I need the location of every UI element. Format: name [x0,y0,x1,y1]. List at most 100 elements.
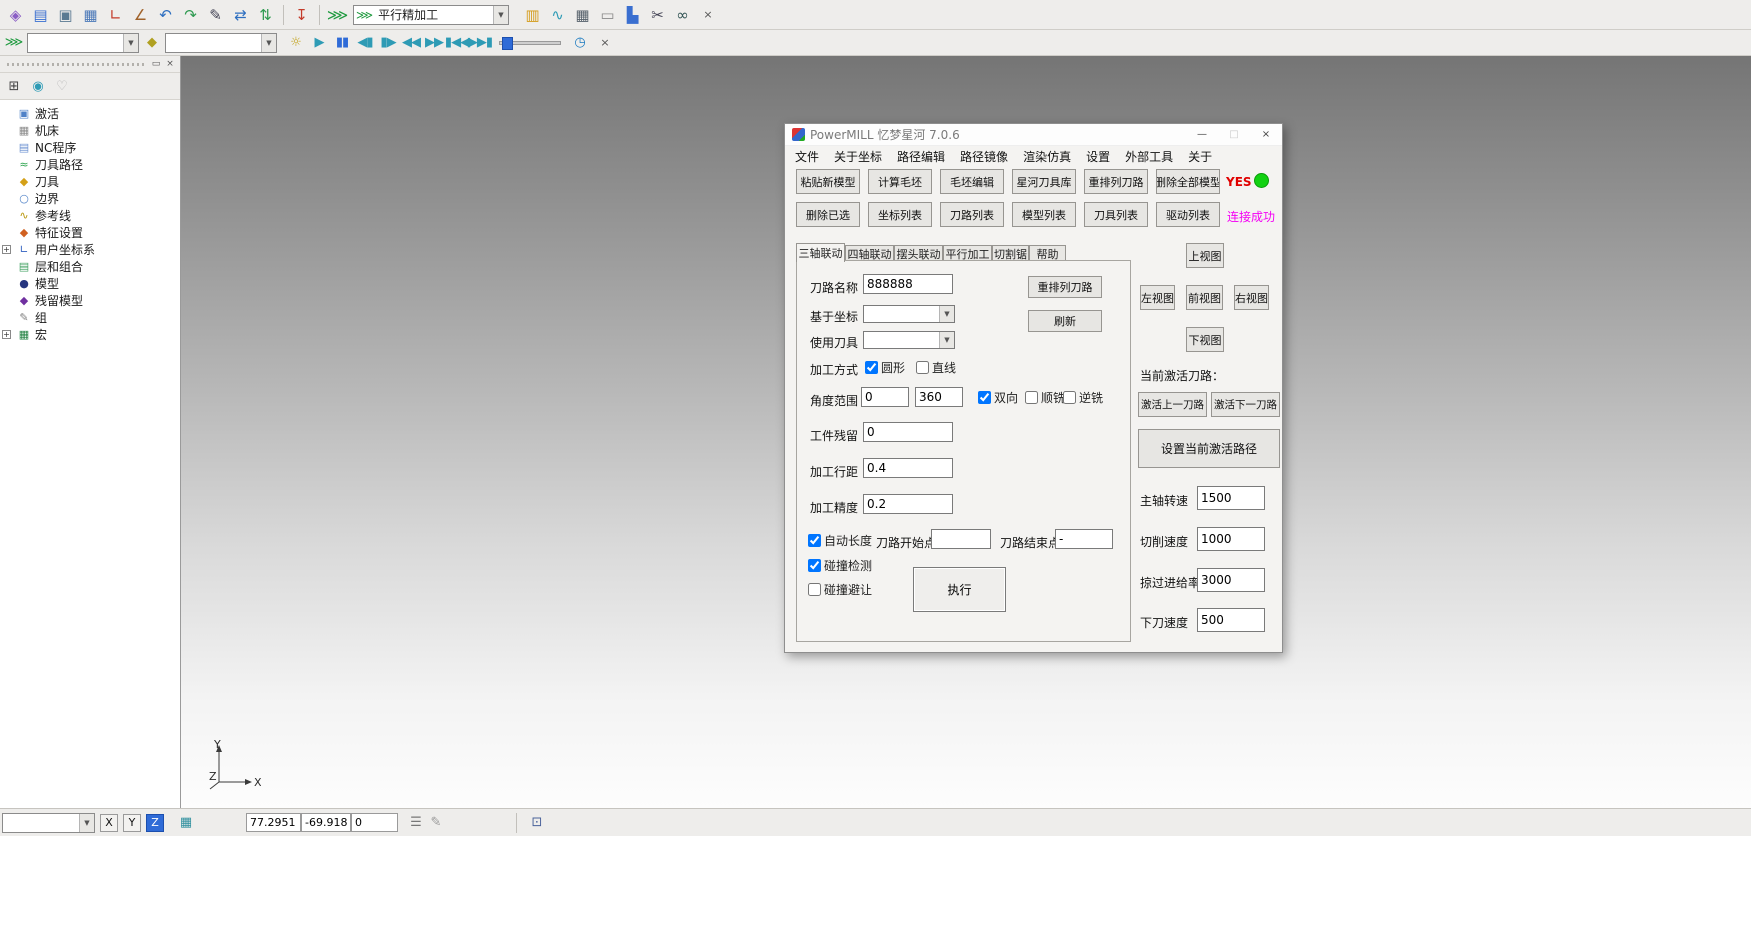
close-button[interactable]: × [1250,124,1282,146]
tab-parallel[interactable]: 平行加工 [943,245,992,261]
bidirectional-checkbox[interactable]: 双向 [978,389,1018,406]
simulation-speed-slider[interactable] [499,41,561,45]
stepover-input[interactable] [863,458,953,478]
start-point-input[interactable] [931,529,991,549]
measure-icon[interactable]: ∠ [129,4,152,26]
search-icon[interactable]: ∞ [671,4,694,26]
conventional-mill-checkbox[interactable]: 逆铣 [1063,389,1103,406]
stock-allowance-input[interactable] [863,422,953,442]
menu-about[interactable]: 关于 [1186,147,1214,166]
menu-path-mirror[interactable]: 路径镜像 [958,147,1010,166]
statusbar-dropdown[interactable]: ▼ [2,813,95,833]
delete-all-models-button[interactable]: 删除全部模型 [1156,169,1220,194]
method-circle-checkbox[interactable]: 圆形 [865,359,905,376]
calculator-icon[interactable]: ▦ [571,4,594,26]
transform-icon[interactable]: ⇅ [254,4,277,26]
block-icon[interactable]: ▦ [79,4,102,26]
spindle-speed-input[interactable] [1197,486,1265,510]
tab-4axis[interactable]: 四轴联动 [845,245,894,261]
step-forward-icon[interactable]: ▮▶ [378,33,398,53]
chevron-down-icon[interactable]: ▼ [261,34,276,52]
cutting-feed-input[interactable] [1197,527,1265,551]
toolpath-list-button[interactable]: 刀路列表 [940,202,1004,227]
chevron-down-icon[interactable]: ▼ [939,332,954,348]
favorite-icon[interactable]: ♡ [52,76,72,96]
auto-length-checkbox[interactable]: 自动长度 [808,532,872,549]
menu-render-sim[interactable]: 渲染仿真 [1021,147,1073,166]
activate-next-button[interactable]: 激活下一刀路 [1211,392,1280,417]
list-icon[interactable]: ☰ [406,813,426,833]
minimize-button[interactable]: — [1186,124,1218,146]
execute-button[interactable]: 执行 [913,567,1006,612]
toolbox-icon[interactable]: ▥ [521,4,544,26]
rearrange-button[interactable]: 重排列刀路 [1028,276,1102,298]
refresh-button[interactable]: 刷新 [1028,310,1102,332]
toolpath-name-input[interactable] [863,274,953,294]
tree-item-feature-sets[interactable]: ◆特征设置 [0,224,180,241]
y-axis-button[interactable]: Y [123,814,141,832]
download-icon[interactable]: ↧ [290,4,313,26]
stock-edit-button[interactable]: 毛坯编辑 [940,169,1004,194]
plunge-feed-input[interactable] [1197,608,1265,632]
activate-previous-button[interactable]: 激活上一刀路 [1138,392,1207,417]
tree-item-macros[interactable]: +▦宏 [0,326,180,343]
toolpath-dropdown[interactable]: ▼ [27,33,139,53]
menu-about-coords[interactable]: 关于坐标 [832,147,884,166]
toolbar-close-icon[interactable]: × [700,7,716,23]
step-back-icon[interactable]: ◀▮ [355,33,375,53]
coord-list-button[interactable]: 坐标列表 [868,202,932,227]
tree-item-boundaries[interactable]: ○边界 [0,190,180,207]
expand-icon[interactable]: + [2,245,11,254]
menu-file[interactable]: 文件 [793,147,821,166]
tree-item-machine[interactable]: ▦机床 [0,122,180,139]
shapes-icon[interactable]: ◈ [4,4,27,26]
tree-item-workplanes[interactable]: +∟用户坐标系 [0,241,180,258]
strategy-dropdown[interactable]: ⋙ 平行精加工 ▼ [353,5,509,25]
panel-grip[interactable]: ▭ × [0,56,180,73]
tool-library-button[interactable]: 星河刀具库 [1012,169,1076,194]
bottom-view-button[interactable]: 下视图 [1186,327,1224,352]
grid-icon[interactable]: ▦ [176,813,196,833]
gauge-icon[interactable]: ▭ [596,4,619,26]
print-icon[interactable]: ▣ [54,4,77,26]
skim-feed-input[interactable] [1197,568,1265,592]
tree-item-toolpaths[interactable]: ≈刀具路径 [0,156,180,173]
tab-saw[interactable]: 切割锯 [992,245,1029,261]
clock-icon[interactable]: ◷ [570,33,590,53]
right-view-button[interactable]: 右视图 [1234,285,1269,310]
dialog-title-bar[interactable]: PowerMILL 忆梦星河 7.0.6 — □ × [785,124,1282,146]
front-view-button[interactable]: 前视图 [1186,285,1223,310]
delete-selected-button[interactable]: 删除已选 [796,202,860,227]
top-view-button[interactable]: 上视图 [1186,243,1224,268]
collision-avoid-checkbox[interactable]: 碰撞避让 [808,581,872,598]
graph-icon[interactable]: ∿ [546,4,569,26]
menu-settings[interactable]: 设置 [1084,147,1112,166]
menu-external-tools[interactable]: 外部工具 [1123,147,1175,166]
model-list-button[interactable]: 模型列表 [1012,202,1076,227]
tab-3axis[interactable]: 三轴联动 [796,243,845,262]
x-axis-button[interactable]: X [100,814,118,832]
strategies-icon[interactable]: ⋙ [326,4,349,26]
tree-item-stock-models[interactable]: ◆残留模型 [0,292,180,309]
climb-mill-checkbox[interactable]: 顺铣 [1025,389,1065,406]
light-icon[interactable]: ☼ [286,33,306,53]
close-icon[interactable]: × [163,58,177,71]
method-line-checkbox[interactable]: 直线 [916,359,956,376]
base-coord-dropdown[interactable]: ▼ [863,305,955,323]
paste-new-model-button[interactable]: 粘贴新模型 [796,169,860,194]
coordinate-z-input[interactable] [351,813,398,832]
tab-swivel-head[interactable]: 摆头联动 [894,245,943,261]
play-icon[interactable]: ▶ [309,33,329,53]
z-axis-button[interactable]: Z [146,814,164,832]
scissors-icon[interactable]: ✂ [646,4,669,26]
toolbar-close-icon[interactable]: × [597,35,613,51]
angle-from-input[interactable] [861,387,909,407]
menu-path-edit[interactable]: 路径编辑 [895,147,947,166]
maximize-button[interactable]: □ [1218,124,1250,146]
coordinate-x-input[interactable] [246,813,301,832]
chevron-down-icon[interactable]: ▼ [79,814,94,832]
undo-icon[interactable]: ↶ [154,4,177,26]
chevron-down-icon[interactable]: ▼ [939,306,954,322]
globe-icon[interactable]: ◉ [28,76,48,96]
tolerance-input[interactable] [863,494,953,514]
